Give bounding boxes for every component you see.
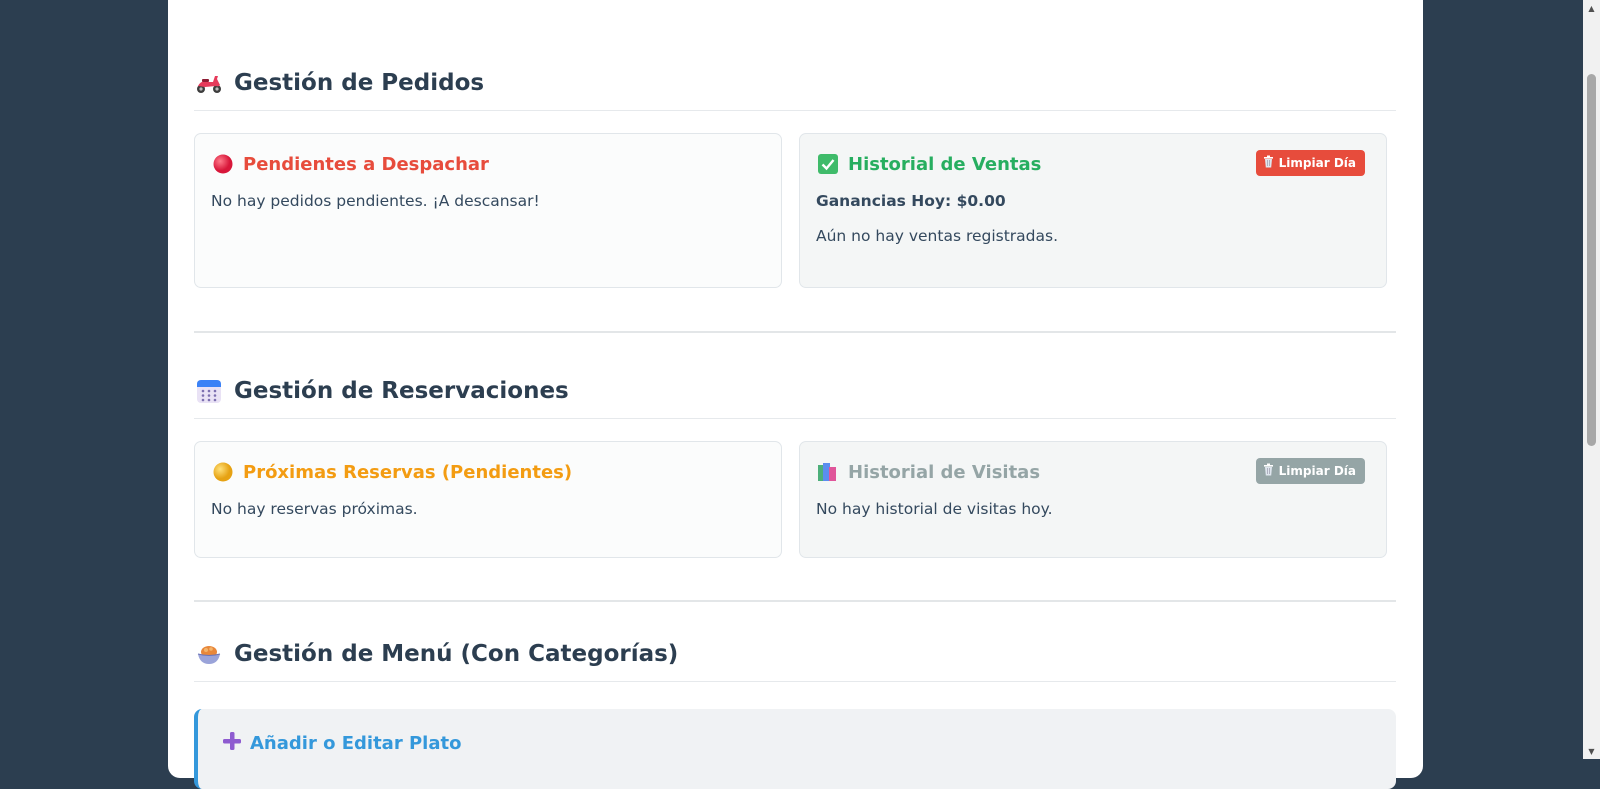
visits-empty-text: No hay historial de visitas hoy. <box>816 500 1053 518</box>
pending-orders-title: Pendientes a Despachar <box>243 153 489 175</box>
scroll-thumb[interactable] <box>1587 74 1596 446</box>
menu-section-header: Gestión de Menú (Con Categorías) <box>194 639 1396 682</box>
sales-history-title: Historial de Ventas <box>848 153 1042 175</box>
scroll-down-arrow-icon[interactable]: ▼ <box>1583 743 1600 759</box>
pending-orders-empty-text: No hay pedidos pendientes. ¡A descansar! <box>211 192 540 210</box>
reservations-section-header: Gestión de Reservaciones <box>194 376 1396 419</box>
sales-history-card: Historial de Ventas Limpiar Día Ganancia… <box>799 133 1387 288</box>
page-scrollbar[interactable]: ▲ ▼ <box>1583 0 1600 759</box>
orders-section-header: Gestión de Pedidos <box>194 68 1396 111</box>
orders-section-title: Gestión de Pedidos <box>234 70 485 96</box>
upcoming-reservations-title: Próximas Reservas (Pendientes) <box>243 461 573 483</box>
clear-visits-label: Limpiar Día <box>1278 464 1356 478</box>
visits-history-card: Historial de Visitas Limpiar Día No hay … <box>799 441 1387 558</box>
plus-icon <box>222 731 242 755</box>
red-circle-icon <box>211 152 235 176</box>
add-edit-plate-title[interactable]: Añadir o Editar Plato <box>250 733 461 754</box>
upcoming-reservations-empty-text: No hay reservas próximas. <box>211 500 418 518</box>
sales-empty-text: Aún no hay ventas registradas. <box>816 227 1059 245</box>
add-edit-plate-panel: Añadir o Editar Plato <box>194 709 1396 789</box>
visits-history-title: Historial de Visitas <box>848 461 1041 483</box>
admin-panel: Gestión de Pedidos Pendientes a Despacha… <box>168 0 1423 789</box>
reservations-section-title: Gestión de Reservaciones <box>234 378 569 404</box>
pending-orders-card: Pendientes a Despachar No hay pedidos pe… <box>194 133 782 288</box>
clear-sales-label: Limpiar Día <box>1278 156 1356 170</box>
earnings-today: Ganancias Hoy: $0.00 <box>816 192 1006 210</box>
trash-icon <box>1263 155 1274 171</box>
check-mark-icon <box>816 152 840 176</box>
menu-section-title: Gestión de Menú (Con Categorías) <box>234 641 679 667</box>
scooter-icon <box>194 68 224 98</box>
clear-visits-button[interactable]: Limpiar Día <box>1255 458 1365 484</box>
food-bowl-icon <box>194 639 224 669</box>
yellow-circle-icon <box>211 460 235 484</box>
calendar-icon <box>194 376 224 406</box>
books-icon <box>816 460 840 484</box>
section-divider <box>194 600 1396 602</box>
trash-icon <box>1263 463 1274 479</box>
scroll-up-arrow-icon[interactable]: ▲ <box>1583 0 1600 16</box>
section-divider <box>194 331 1396 333</box>
upcoming-reservations-card: Próximas Reservas (Pendientes) No hay re… <box>194 441 782 558</box>
clear-sales-button[interactable]: Limpiar Día <box>1255 150 1365 176</box>
